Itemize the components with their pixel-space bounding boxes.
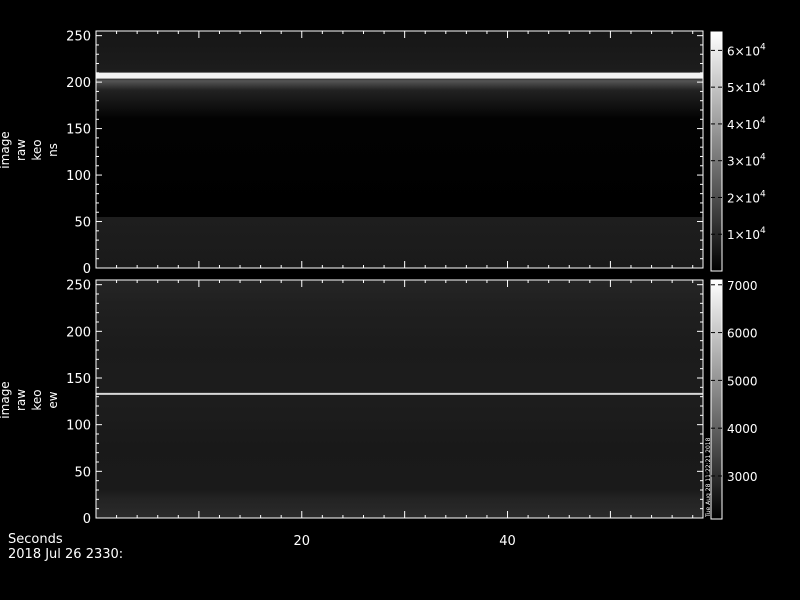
x-axis-label: Seconds	[8, 532, 63, 547]
keogram-figure: 050100150200250 image raw keo ns 1×1042×104…	[0, 30, 766, 562]
y-label-line: keo	[30, 139, 44, 160]
y-tick-label: 0	[83, 262, 91, 277]
colorbar-tick-label: 6×104	[727, 42, 766, 58]
x-tick-label: 20	[293, 534, 310, 549]
bottom-bright-line	[96, 392, 703, 395]
y-label-line: ns	[46, 143, 60, 157]
top-y-axis-label: image raw keo ns	[0, 131, 60, 168]
bottom-colorbar	[710, 279, 723, 520]
colorbar-tick-label: 7000	[727, 279, 758, 293]
y-tick-label: 150	[66, 372, 91, 387]
y-tick-label: 200	[66, 76, 91, 91]
bottom-panel: 0 50 100 150 200 250 20 40 image raw keo ew 3000 4…	[0, 279, 758, 549]
top-bright-line	[96, 72, 703, 79]
y-tick-label: 250	[66, 279, 91, 294]
top-panel: 0 50 100 150 200 250 image raw keo ns 1×104 2×104…	[0, 30, 766, 277]
y-label-line: image	[0, 131, 12, 168]
x-tick-label: 40	[499, 534, 516, 549]
date-label: 2018 Jul 26 2330:	[8, 547, 123, 562]
colorbar-tick-label: 3×104	[727, 153, 766, 169]
y-label-line: raw	[14, 389, 28, 411]
y-tick-label: 100	[66, 419, 91, 434]
y-tick-label: 0	[83, 512, 91, 527]
bottom-y-axis-label: image raw keo ew	[0, 381, 60, 418]
y-label-line: keo	[30, 389, 44, 410]
y-tick-label: 50	[74, 465, 91, 480]
y-label-line: ew	[46, 391, 60, 408]
colorbar-tick-label: 4×104	[727, 116, 766, 132]
colorbar-side-timestamp: Tue Aug 28 11:22:21 2018	[705, 437, 712, 518]
colorbar-tick-label: 4000	[727, 422, 758, 436]
top-heatmap-image	[96, 31, 703, 268]
y-tick-label: 250	[66, 30, 91, 45]
bright-line-mark	[96, 392, 703, 395]
colorbar-tick-label: 5000	[727, 374, 758, 388]
y-tick-label: 100	[66, 169, 91, 184]
colorbar-tick-label: 3000	[727, 470, 758, 484]
y-tick-label: 50	[74, 216, 91, 231]
y-label-line: raw	[14, 139, 28, 161]
top-colorbar	[710, 31, 723, 272]
colorbar-tick-label: 1×104	[727, 226, 766, 242]
y-tick-label: 200	[66, 325, 91, 340]
bottom-heatmap-image	[96, 280, 703, 518]
y-tick-label: 150	[66, 123, 91, 138]
colorbar-tick-label: 2×104	[727, 189, 766, 205]
colorbar-tick-label: 5×104	[727, 79, 766, 95]
y-label-line: image	[0, 381, 12, 418]
bright-line-mark	[96, 72, 703, 79]
colorbar-tick-label: 6000	[727, 327, 758, 341]
